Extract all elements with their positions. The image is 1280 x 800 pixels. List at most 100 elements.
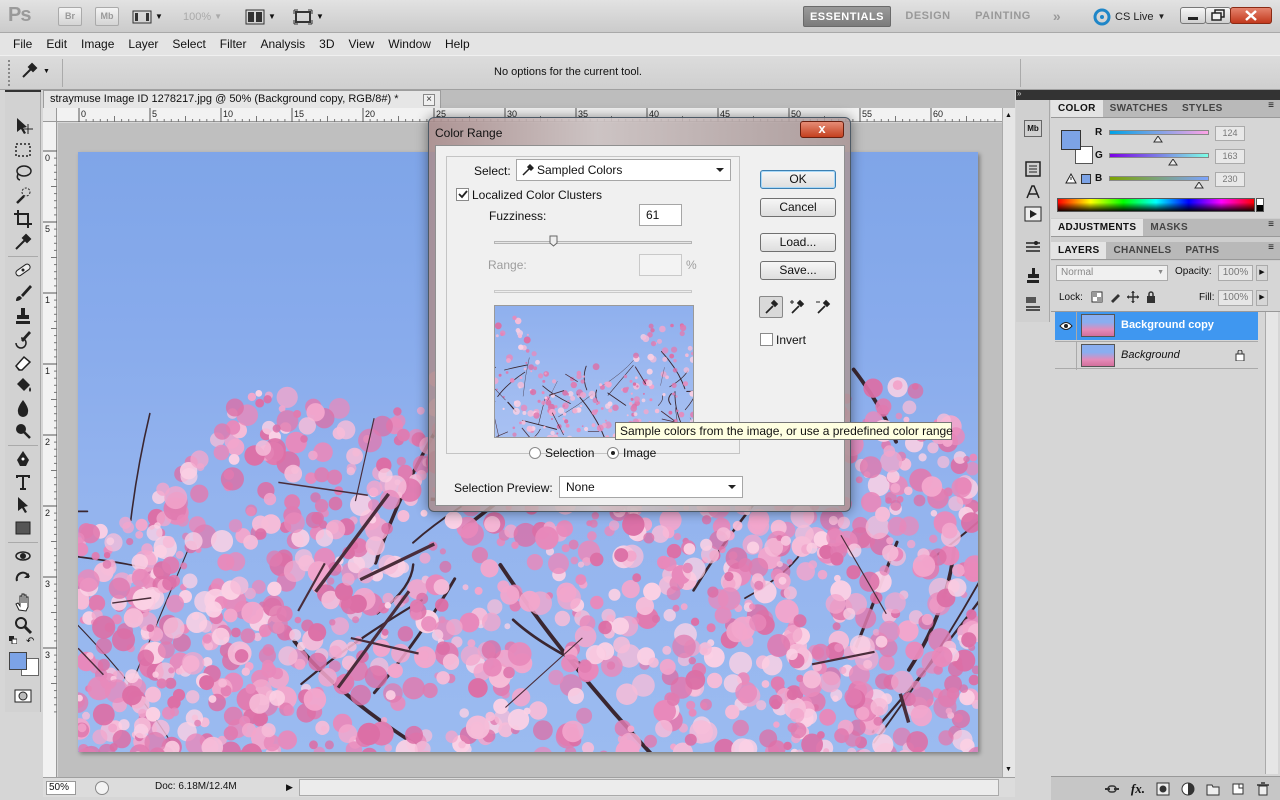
close-document-icon[interactable]: × bbox=[423, 94, 435, 106]
workspace-design[interactable]: DESIGN bbox=[895, 6, 961, 27]
cancel-button[interactable]: Cancel bbox=[760, 198, 836, 217]
swap-colors-icon[interactable]: ↶ bbox=[26, 636, 34, 647]
history-panel-icon[interactable] bbox=[1024, 160, 1042, 178]
tab-color[interactable]: COLOR bbox=[1051, 100, 1103, 117]
brush-presets-panel-icon[interactable] bbox=[1024, 238, 1042, 256]
fill-field[interactable]: 100% bbox=[1218, 290, 1253, 306]
green-slider-handle[interactable] bbox=[1167, 159, 1178, 166]
view-extras-dropdown[interactable]: ▼ bbox=[132, 7, 163, 26]
delete-layer-icon[interactable] bbox=[1256, 781, 1270, 796]
lasso-tool-icon[interactable] bbox=[13, 163, 33, 183]
scroll-down-icon[interactable]: ▼ bbox=[1005, 766, 1012, 773]
warning-icon[interactable] bbox=[1065, 173, 1077, 184]
bridge-button[interactable]: Br bbox=[58, 7, 82, 26]
foreground-color-swatch[interactable] bbox=[9, 652, 27, 670]
vertical-scrollbar[interactable]: ▲ ▼ bbox=[1002, 108, 1015, 777]
eyedropper-sample-button[interactable] bbox=[759, 296, 783, 318]
marquee-tool-icon[interactable] bbox=[13, 140, 33, 160]
eraser-tool-icon[interactable] bbox=[13, 352, 33, 372]
zoom-field[interactable]: 50% bbox=[46, 781, 76, 795]
collapse-panels-icon[interactable]: » bbox=[1017, 89, 1021, 98]
path-selection-tool-icon[interactable] bbox=[13, 495, 33, 515]
scroll-up-icon[interactable]: ▲ bbox=[1005, 112, 1012, 119]
arrange-documents-dropdown[interactable]: ▼ bbox=[245, 7, 276, 26]
dodge-tool-icon[interactable] bbox=[13, 421, 33, 441]
tab-masks[interactable]: MASKS bbox=[1143, 219, 1195, 236]
3d-rotate-tool-icon[interactable] bbox=[13, 546, 33, 566]
status-info-icon[interactable] bbox=[95, 781, 109, 795]
document-tab[interactable]: straymuse Image ID 1278217.jpg @ 50% (Ba… bbox=[43, 90, 441, 108]
color-ramp[interactable] bbox=[1057, 198, 1255, 212]
tab-styles[interactable]: STYLES bbox=[1175, 100, 1230, 117]
type-tool-icon[interactable] bbox=[13, 472, 33, 492]
menu-select[interactable]: Select bbox=[165, 37, 212, 51]
layer-visibility-toggle[interactable] bbox=[1055, 312, 1077, 340]
tab-layers[interactable]: LAYERS bbox=[1051, 242, 1107, 259]
3d-orbit-tool-icon[interactable] bbox=[13, 569, 33, 589]
cs-live-menu[interactable]: CS Live ▼ bbox=[1093, 7, 1165, 26]
restore-button[interactable] bbox=[1205, 7, 1231, 24]
opacity-field[interactable]: 100% bbox=[1218, 265, 1253, 281]
history-brush-tool-icon[interactable] bbox=[13, 329, 33, 349]
workspace-essentials[interactable]: ESSENTIALS bbox=[803, 6, 891, 27]
tool-preset-picker[interactable]: ▼ bbox=[20, 62, 50, 80]
menu-edit[interactable]: Edit bbox=[39, 37, 74, 51]
eyedropper-subtract-button[interactable] bbox=[811, 296, 835, 318]
red-value-field[interactable]: 124 bbox=[1215, 126, 1245, 141]
move-tool-icon[interactable] bbox=[13, 116, 33, 136]
screen-mode-dropdown[interactable]: ▼ bbox=[293, 7, 324, 26]
lock-transparency-icon[interactable] bbox=[1091, 291, 1103, 303]
layer-visibility-toggle[interactable] bbox=[1055, 342, 1077, 370]
menu-view[interactable]: View bbox=[341, 37, 381, 51]
websafe-color-swatch[interactable] bbox=[1081, 174, 1091, 184]
red-slider-track[interactable] bbox=[1109, 130, 1209, 135]
minimize-button[interactable] bbox=[1180, 7, 1206, 24]
menu-filter[interactable]: Filter bbox=[213, 37, 254, 51]
dialog-close-button[interactable]: x bbox=[800, 121, 844, 138]
fuzziness-field[interactable]: 61 bbox=[639, 204, 682, 226]
healing-brush-tool-icon[interactable] bbox=[13, 260, 33, 280]
more-workspaces-button[interactable]: » bbox=[1046, 6, 1068, 27]
layer-name[interactable]: Background bbox=[1121, 349, 1180, 361]
tool-presets-panel-icon[interactable] bbox=[1024, 295, 1042, 313]
eyedropper-tool-icon[interactable] bbox=[13, 232, 33, 252]
blend-mode-dropdown[interactable]: Normal ▼ bbox=[1056, 265, 1168, 281]
tab-adjustments[interactable]: ADJUSTMENTS bbox=[1051, 219, 1144, 236]
fuzziness-slider-handle[interactable] bbox=[549, 235, 558, 247]
blue-slider-handle[interactable] bbox=[1194, 182, 1205, 189]
lock-image-pixels-icon[interactable] bbox=[1109, 291, 1121, 303]
preview-image[interactable] bbox=[494, 305, 694, 438]
menu-file[interactable]: File bbox=[6, 37, 39, 51]
mini-bridge-panel-icon[interactable]: Mb bbox=[1024, 120, 1042, 137]
hand-tool-icon[interactable] bbox=[13, 592, 33, 612]
ok-button[interactable]: OK bbox=[760, 170, 836, 189]
adjustment-layer-icon[interactable] bbox=[1181, 782, 1195, 796]
fuzziness-slider-track[interactable] bbox=[494, 241, 692, 244]
paint-bucket-tool-icon[interactable] bbox=[13, 375, 33, 395]
link-layers-icon[interactable] bbox=[1104, 783, 1120, 795]
zoom-tool-icon[interactable] bbox=[13, 615, 33, 635]
close-window-button[interactable] bbox=[1230, 7, 1272, 24]
invert-checkbox[interactable] bbox=[760, 333, 773, 346]
lock-all-icon[interactable] bbox=[1145, 291, 1157, 303]
menu-window[interactable]: Window bbox=[381, 37, 438, 51]
menu-layer[interactable]: Layer bbox=[121, 37, 165, 51]
tab-swatches[interactable]: SWATCHES bbox=[1103, 100, 1175, 117]
green-value-field[interactable]: 163 bbox=[1215, 149, 1245, 164]
eyedropper-add-button[interactable] bbox=[785, 296, 809, 318]
mini-bridge-button[interactable]: Mb bbox=[95, 7, 119, 26]
menu-analysis[interactable]: Analysis bbox=[253, 37, 312, 51]
localized-clusters-checkbox[interactable] bbox=[456, 188, 469, 201]
crop-tool-icon[interactable] bbox=[13, 209, 33, 229]
layers-scrollbar[interactable] bbox=[1265, 312, 1278, 774]
selection-preview-dropdown[interactable]: None bbox=[559, 476, 743, 498]
zoom-level-dropdown[interactable]: 100% ▼ bbox=[183, 7, 222, 26]
select-dropdown[interactable]: Sampled Colors bbox=[516, 159, 731, 181]
layer-row-background[interactable]: Background bbox=[1055, 341, 1258, 370]
black-white-ramp[interactable] bbox=[1256, 198, 1264, 212]
menu-help[interactable]: Help bbox=[438, 37, 477, 51]
character-panel-icon[interactable] bbox=[1024, 183, 1042, 201]
lock-position-icon[interactable] bbox=[1127, 291, 1139, 303]
clone-source-panel-icon[interactable] bbox=[1024, 266, 1042, 284]
blue-slider-track[interactable] bbox=[1109, 176, 1209, 181]
